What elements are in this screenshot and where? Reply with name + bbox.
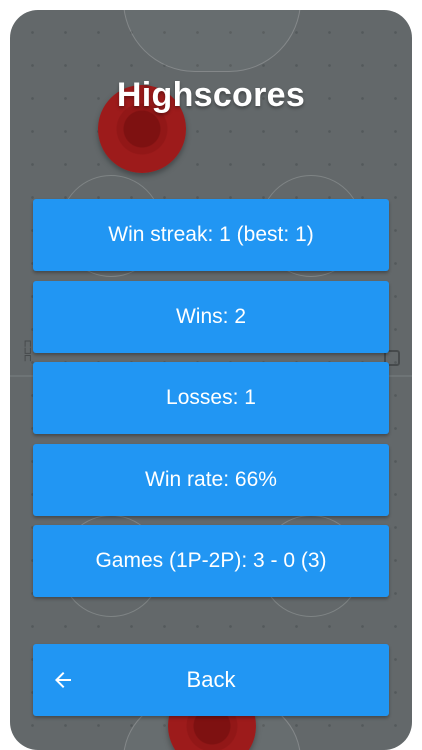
back-button[interactable]: Back [33,644,389,716]
stat-win-rate[interactable]: Win rate: 66% [33,444,389,516]
arrow-left-icon [55,672,71,688]
highscores-screen: ⊏⊐⊏ Highscores Win streak: 1 (best: 1) W… [0,0,422,750]
back-button-label: Back [186,667,236,692]
stat-games[interactable]: Games (1P-2P): 3 - 0 (3) [33,525,389,597]
page-title: Highscores [116,76,306,114]
stat-win-streak[interactable]: Win streak: 1 (best: 1) [33,199,389,271]
stat-wins[interactable]: Wins: 2 [33,281,389,353]
stat-losses[interactable]: Losses: 1 [33,362,389,434]
